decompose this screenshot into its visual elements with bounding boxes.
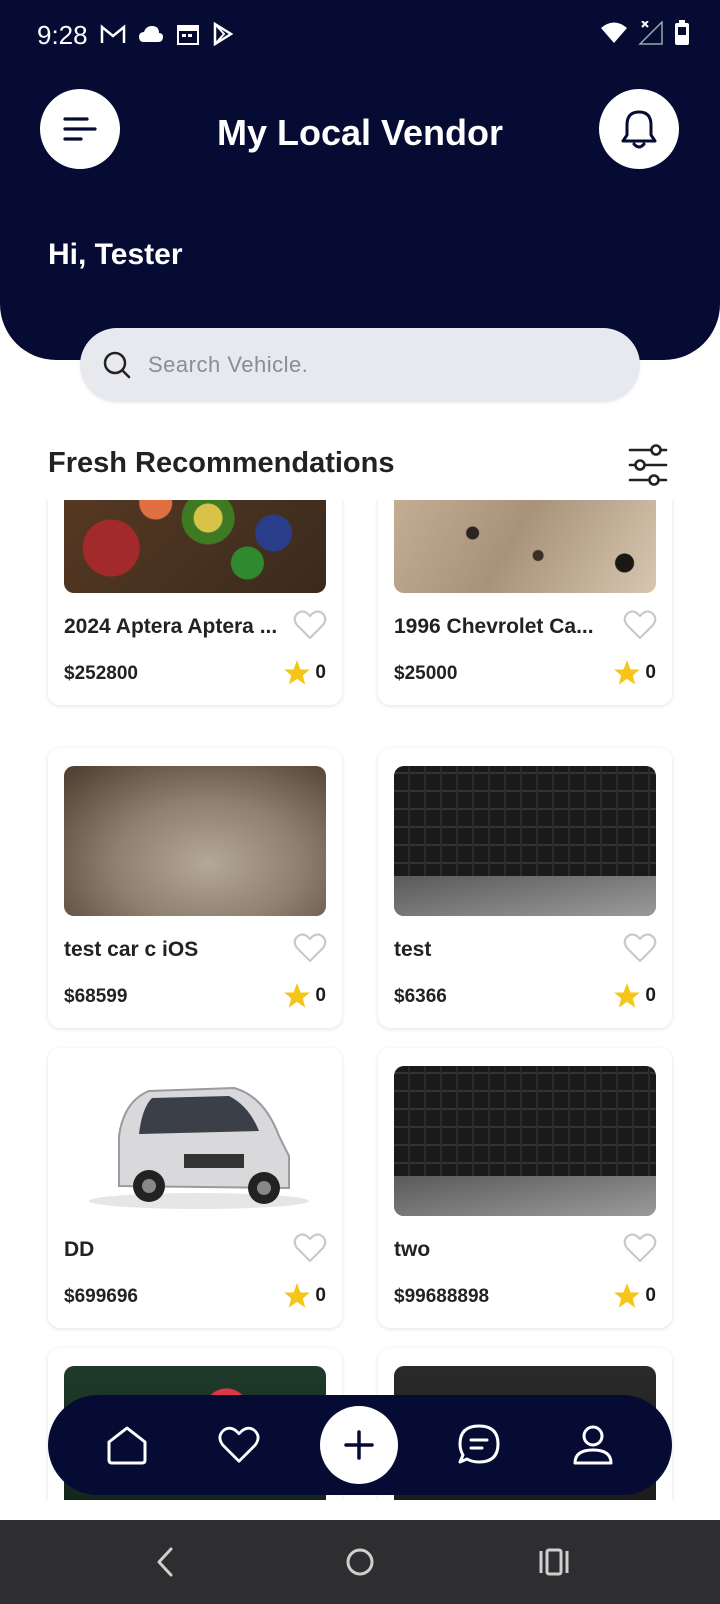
- heart-icon[interactable]: [623, 609, 657, 641]
- rating: 0: [283, 1282, 326, 1310]
- rating: 0: [613, 659, 656, 687]
- star-icon: [284, 983, 311, 1008]
- recents-button[interactable]: [534, 1542, 574, 1582]
- star-icon: [614, 660, 641, 685]
- heart-icon[interactable]: [623, 932, 657, 964]
- listing-price: $699696: [64, 1286, 138, 1307]
- recents-icon: [539, 1548, 569, 1576]
- status-time: 9:28: [37, 20, 88, 50]
- rating: 0: [283, 982, 326, 1010]
- rating: 0: [613, 1282, 656, 1310]
- status-icons-left: [100, 22, 234, 46]
- add-listing-button[interactable]: [320, 1406, 398, 1484]
- star-icon: [614, 1283, 641, 1308]
- cloud-icon: [139, 26, 163, 42]
- listing-price: $252800: [64, 663, 138, 684]
- nav-favorites[interactable]: [214, 1420, 264, 1470]
- play-store-icon: [213, 22, 234, 46]
- listing-price: $6366: [394, 986, 447, 1007]
- gmail-icon: [100, 24, 126, 43]
- listing-name: two: [394, 1238, 431, 1261]
- keyboard-photo: [394, 766, 656, 916]
- listing-name: 2024 Aptera Aptera ...: [64, 615, 278, 638]
- heart-icon[interactable]: [293, 1232, 327, 1264]
- star-icon: [614, 983, 641, 1008]
- rating-value: 0: [315, 985, 326, 1006]
- rating: 0: [613, 982, 656, 1010]
- star-icon: [284, 660, 311, 685]
- back-icon: [157, 1547, 173, 1577]
- back-button[interactable]: [145, 1542, 185, 1582]
- listing-price: $68599: [64, 986, 128, 1007]
- listing-card[interactable]: 2024 Aptera Aptera ... $252800 0: [48, 500, 342, 705]
- filter-icon[interactable]: [628, 444, 668, 486]
- search-input[interactable]: [148, 352, 568, 378]
- listing-name: 1996 Chevrolet Ca...: [394, 615, 594, 638]
- heart-icon[interactable]: [293, 932, 327, 964]
- nav-profile[interactable]: [568, 1420, 618, 1470]
- rating-value: 0: [315, 662, 326, 683]
- search-icon: [103, 351, 131, 379]
- listing-card[interactable]: DD $699696 0: [48, 1048, 342, 1328]
- status-icons-right: [600, 20, 690, 46]
- greeting: Hi, Tester: [48, 238, 183, 271]
- add-icon: [344, 1430, 374, 1460]
- blurry-photo: [64, 766, 326, 916]
- listing-name: DD: [64, 1238, 95, 1261]
- rating-value: 0: [315, 1285, 326, 1306]
- bell-icon: [621, 110, 657, 149]
- listing-price: $99688898: [394, 1286, 490, 1307]
- rating-value: 0: [645, 1285, 656, 1306]
- rating-value: 0: [645, 985, 656, 1006]
- notifications-button[interactable]: [599, 89, 679, 169]
- nav-chat[interactable]: [454, 1420, 504, 1470]
- listing-card[interactable]: 1996 Chevrolet Ca... $25000 0: [378, 500, 672, 705]
- system-nav-bar: [0, 1520, 720, 1604]
- heart-icon[interactable]: [293, 609, 327, 641]
- listing-card[interactable]: test car c iOS $68599 0: [48, 748, 342, 1028]
- section-title: Fresh Recommendations: [48, 447, 395, 479]
- wifi-icon: [601, 22, 627, 43]
- heart-icon[interactable]: [623, 1232, 657, 1264]
- search-bar[interactable]: [80, 328, 640, 402]
- listing-name: test car c iOS: [64, 938, 199, 961]
- status-bar: 9:28: [0, 0, 720, 70]
- bottom-nav: [48, 1395, 672, 1495]
- granite-photo: [394, 500, 656, 593]
- home-button[interactable]: [340, 1542, 380, 1582]
- home-circle-icon: [346, 1548, 374, 1576]
- nav-home[interactable]: [102, 1420, 152, 1470]
- rating-value: 0: [645, 662, 656, 683]
- listing-card[interactable]: two $99688898 0: [378, 1048, 672, 1328]
- car-illustration: [89, 1086, 309, 1209]
- star-icon: [284, 1283, 311, 1308]
- listing-price: $25000: [394, 663, 458, 684]
- listing-card[interactable]: test $6366 0: [378, 748, 672, 1028]
- header: 9:28 My Local Vendor Hi, Tester: [0, 0, 720, 360]
- keyboard-photo: [394, 1066, 656, 1216]
- listings-grid: 2024 Aptera Aptera ... $252800 0 1996 Ch…: [0, 500, 720, 1500]
- listing-name: test: [394, 938, 432, 961]
- battery-icon: [675, 20, 689, 45]
- profile-icon: [573, 1425, 613, 1465]
- groceries-photo: [64, 500, 326, 593]
- home-icon: [107, 1426, 147, 1465]
- favorites-icon: [218, 1426, 260, 1463]
- rating: 0: [283, 659, 326, 687]
- chat-icon: [458, 1424, 500, 1464]
- signal-icon: [638, 21, 663, 45]
- calendar-icon: [177, 25, 199, 45]
- car-photo: [64, 1066, 326, 1216]
